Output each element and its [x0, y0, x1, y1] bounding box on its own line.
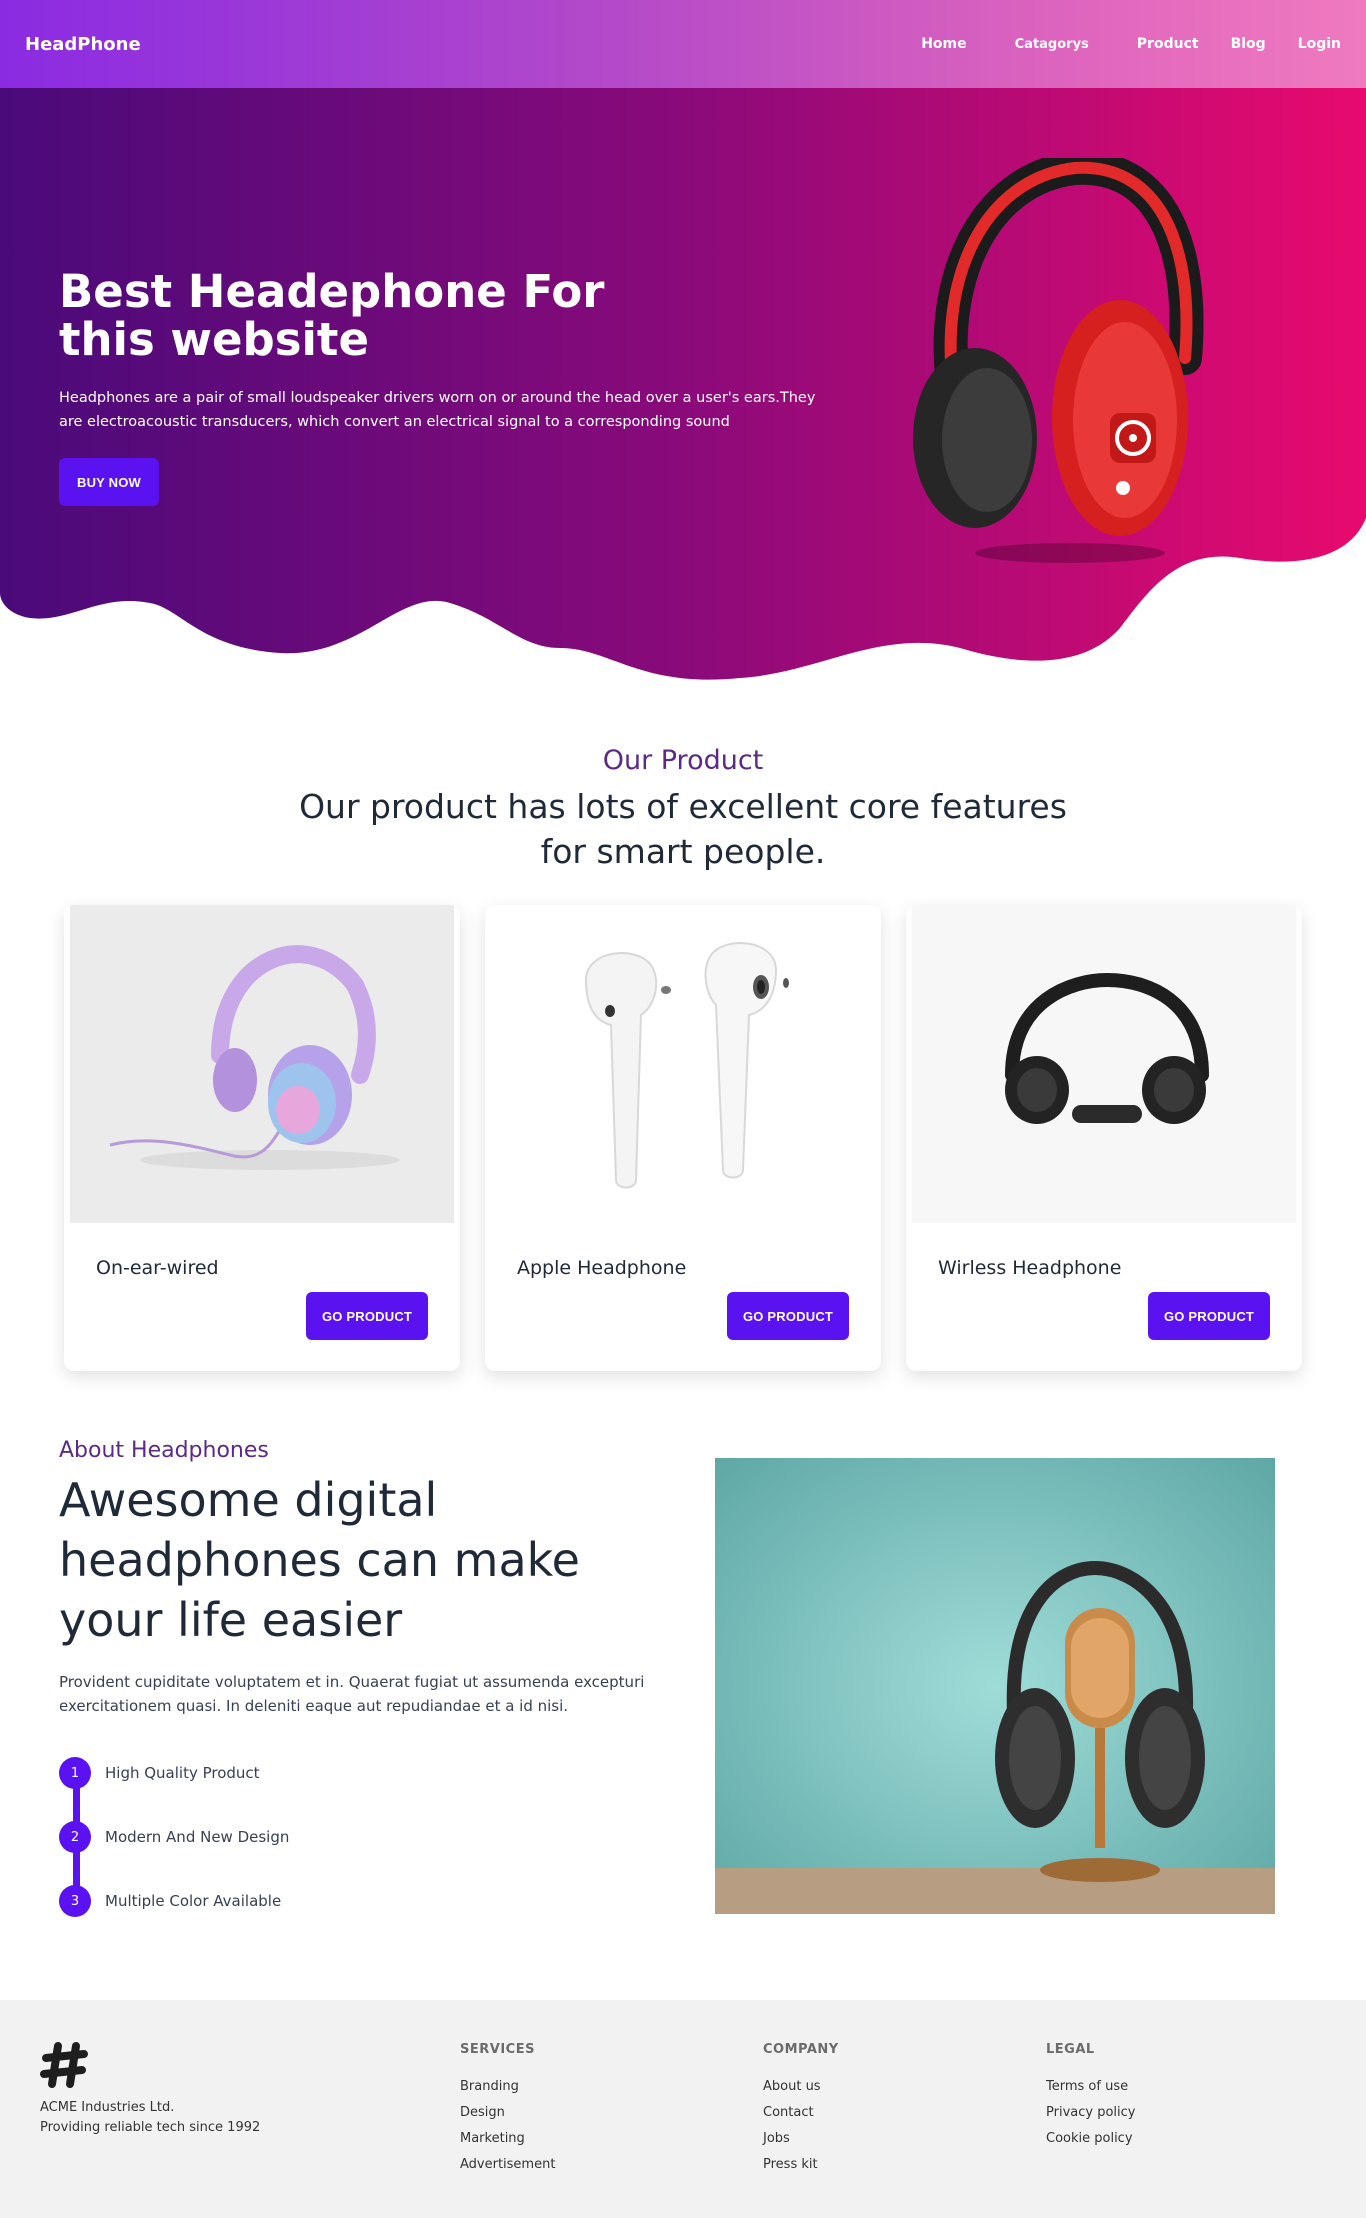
- footer-company-info: ACME Industries Ltd. Providing reliable …: [40, 2098, 260, 2138]
- about-subtitle: About Headphones: [59, 1438, 269, 1463]
- hero-section: Best Headephone For this website Headpho…: [0, 88, 1366, 688]
- footer: ACME Industries Ltd. Providing reliable …: [0, 2000, 1366, 2218]
- step-label: High Quality Product: [105, 1764, 260, 1782]
- footer-link[interactable]: About us: [763, 2079, 839, 2094]
- go-product-button[interactable]: GO PRODUCT: [1148, 1292, 1270, 1340]
- products-title: Our product has lots of excellent core f…: [0, 784, 1366, 874]
- nav-categories[interactable]: Catagorys: [1015, 37, 1089, 52]
- products-title-text: Our product has lots of excellent core f…: [299, 787, 1067, 871]
- step-number: 3: [59, 1885, 91, 1917]
- nav-links: Home Catagorys Product Blog Login: [921, 36, 1341, 52]
- company-tagline: Providing reliable tech since 1992: [40, 2120, 261, 2135]
- footer-link[interactable]: Design: [460, 2105, 555, 2120]
- footer-link[interactable]: Press kit: [763, 2157, 839, 2172]
- footer-link[interactable]: Contact: [763, 2105, 839, 2120]
- nav-login[interactable]: Login: [1298, 36, 1341, 52]
- footer-link[interactable]: Marketing: [460, 2131, 555, 2146]
- feature-step: 1 High Quality Product: [59, 1757, 289, 1789]
- footer-link[interactable]: Jobs: [763, 2131, 839, 2146]
- nav-home[interactable]: Home: [921, 36, 966, 52]
- footer-link[interactable]: Advertisement: [460, 2157, 555, 2172]
- go-product-button[interactable]: GO PRODUCT: [306, 1292, 428, 1340]
- footer-column-title: SERVICES: [460, 2042, 535, 2057]
- go-product-button[interactable]: GO PRODUCT: [727, 1292, 849, 1340]
- footer-column-legal: LEGAL Terms of use Privacy policy Cookie…: [1046, 2042, 1135, 2157]
- products-subtitle: Our Product: [602, 745, 764, 776]
- microphone-headphone-image: [715, 1458, 1275, 1914]
- hero-title: Best Headephone For this website: [59, 265, 605, 366]
- step-label: Modern And New Design: [105, 1828, 290, 1846]
- step-label: Multiple Color Available: [105, 1892, 282, 1910]
- footer-column-title: COMPANY: [763, 2042, 839, 2057]
- footer-column-services: SERVICES Branding Design Marketing Adver…: [460, 2042, 555, 2183]
- step-number: 1: [59, 1757, 91, 1789]
- product-name: Apple Headphone: [517, 1257, 687, 1279]
- feature-step: 3 Multiple Color Available: [59, 1885, 289, 1917]
- buy-now-button[interactable]: BUY NOW: [59, 458, 159, 506]
- wireless-headphone-image: [912, 905, 1296, 1223]
- footer-link[interactable]: Terms of use: [1046, 2079, 1135, 2094]
- product-card: Apple Headphone GO PRODUCT: [485, 905, 881, 1371]
- footer-link[interactable]: Branding: [460, 2079, 555, 2094]
- about-description: Provident cupiditate voluptatem et in. Q…: [59, 1673, 645, 1715]
- feature-step: 2 Modern And New Design: [59, 1821, 290, 1853]
- brand-logo[interactable]: HeadPhone: [25, 34, 141, 55]
- footer-column-title: LEGAL: [1046, 2042, 1095, 2057]
- purple-headphone-image: [70, 905, 454, 1223]
- company-name: ACME Industries Ltd.: [40, 2100, 175, 2115]
- airpods-image: [491, 905, 875, 1223]
- footer-link[interactable]: Privacy policy: [1046, 2105, 1135, 2120]
- about-title: Awesome digital headphones can make your…: [59, 1473, 580, 1647]
- navbar: HeadPhone Home Catagorys Product Blog Lo…: [0, 0, 1366, 88]
- feature-steps: 1 High Quality Product 2 Modern And New …: [59, 1757, 290, 1950]
- step-number: 2: [59, 1821, 91, 1853]
- nav-product[interactable]: Product: [1137, 36, 1199, 52]
- nav-blog[interactable]: Blog: [1231, 36, 1266, 52]
- product-name: On-ear-wired: [96, 1257, 219, 1279]
- product-card: Wirless Headphone GO PRODUCT: [906, 905, 1302, 1371]
- red-headphone-image: [913, 158, 1204, 563]
- hero-description: Headphones are a pair of small loudspeak…: [59, 390, 816, 430]
- hashtag-logo-icon: [40, 2042, 88, 2088]
- product-card: On-ear-wired GO PRODUCT: [64, 905, 460, 1371]
- product-name: Wirless Headphone: [938, 1257, 1122, 1279]
- footer-link[interactable]: Cookie policy: [1046, 2131, 1135, 2146]
- footer-column-company: COMPANY About us Contact Jobs Press kit: [763, 2042, 839, 2183]
